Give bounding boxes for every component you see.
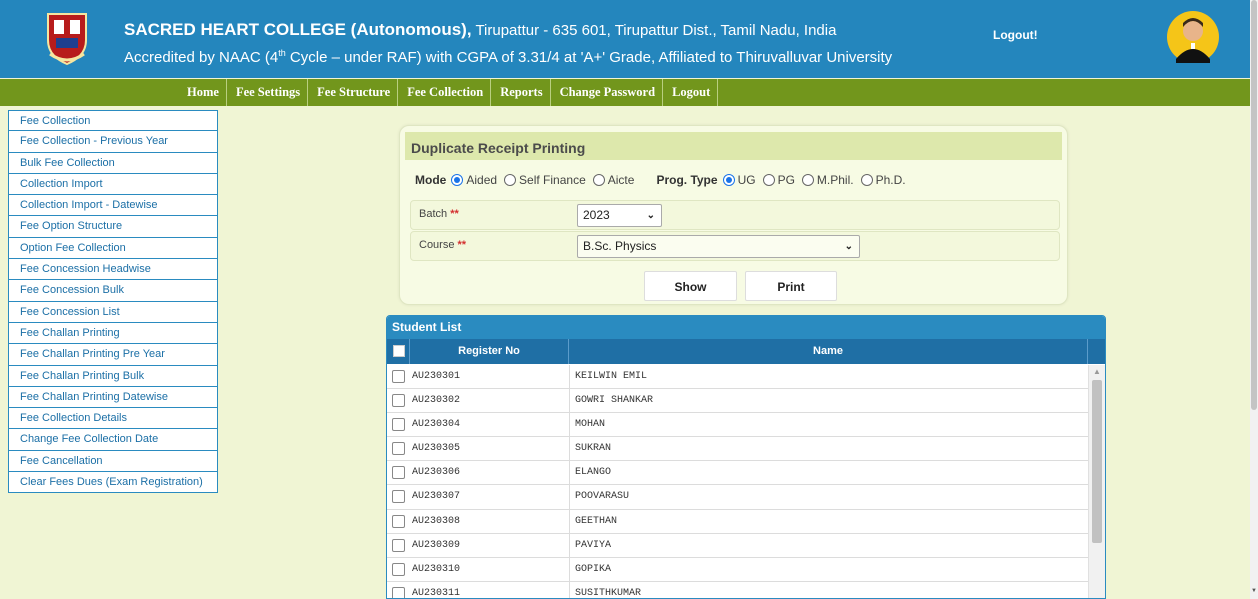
batch-select[interactable]: 2023 ⌄: [577, 204, 662, 227]
nav-reports[interactable]: Reports: [490, 79, 549, 106]
row-checkbox[interactable]: [392, 538, 405, 552]
mode-label: Mode: [415, 173, 447, 187]
radio-empty-icon: [592, 174, 605, 186]
header-logout-link[interactable]: Logout!: [993, 28, 1038, 42]
sidebar-item-fee-option-structure[interactable]: Fee Option Structure: [8, 216, 218, 238]
radio-selected-icon: [451, 174, 464, 186]
sidebar-menu: Fee Collection Fee Collection - Previous…: [8, 110, 218, 494]
page-scrollbar[interactable]: ▼: [1250, 0, 1258, 599]
table-row: AU230307 POOVARASU: [387, 485, 1088, 510]
sidebar-item-clear-fees-dues[interactable]: Clear Fees Dues (Exam Registration): [8, 472, 218, 494]
nav-fee-structure[interactable]: Fee Structure: [307, 79, 397, 106]
sidebar-item-fee-concession-headwise[interactable]: Fee Concession Headwise: [8, 259, 218, 281]
row-checkbox[interactable]: [392, 514, 405, 528]
duplicate-receipt-panel: Duplicate Receipt Printing Mode Aided Se…: [399, 125, 1068, 305]
row-checkbox[interactable]: [392, 562, 405, 576]
sidebar-item-change-fee-collection-date[interactable]: Change Fee Collection Date: [8, 429, 218, 451]
sidebar-item-fee-concession-bulk[interactable]: Fee Concession Bulk: [8, 280, 218, 302]
scroll-up-arrow-icon[interactable]: ▲: [1093, 367, 1101, 376]
mode-radio-self-finance[interactable]: Self Finance: [504, 173, 586, 187]
sidebar-item-fee-concession-list[interactable]: Fee Concession List: [8, 301, 218, 323]
page-scrollbar-thumb[interactable]: [1251, 0, 1257, 410]
table-row: AU230302 GOWRI SHANKAR: [387, 389, 1088, 414]
college-crest-logo: [47, 13, 87, 66]
batch-row: Batch ** 2023 ⌄: [410, 200, 1060, 230]
nav-logout[interactable]: Logout: [662, 79, 719, 106]
print-button[interactable]: Print: [745, 271, 837, 301]
college-title: SACRED HEART COLLEGE (Autonomous), Tirup…: [124, 20, 837, 39]
table-row: AU230308 GEETHAN: [387, 509, 1088, 534]
radio-empty-icon: [762, 174, 775, 186]
nav-change-password[interactable]: Change Password: [549, 79, 663, 106]
table-row: AU230311 SUSITHKUMAR: [387, 581, 1088, 598]
founder-avatar: [1167, 11, 1219, 63]
student-list-header: Register No Name: [387, 339, 1105, 364]
course-select[interactable]: B.Sc. Physics ⌄: [577, 235, 860, 258]
course-label: Course **: [419, 239, 467, 251]
student-rows: AU230301 KEILWIN EMIL AU230302 GOWRI SHANK…: [387, 365, 1088, 598]
radio-empty-icon: [801, 174, 814, 186]
table-row: AU230304 MOHAN: [387, 413, 1088, 438]
radio-empty-icon: [860, 174, 873, 186]
row-checkbox[interactable]: [392, 466, 405, 480]
nav-fee-settings[interactable]: Fee Settings: [225, 79, 307, 106]
mode-radio-aided[interactable]: Aided: [451, 173, 497, 187]
row-checkbox[interactable]: [392, 586, 405, 598]
table-row: AU230310 GOPIKA: [387, 557, 1088, 582]
batch-label: Batch **: [419, 208, 459, 220]
panel-title: Duplicate Receipt Printing: [405, 132, 1062, 160]
table-row: AU230305 SUKRAN: [387, 437, 1088, 462]
column-register-no: Register No: [410, 339, 569, 364]
header: SACRED HEART COLLEGE (Autonomous), Tirup…: [0, 0, 1250, 78]
nav-fee-collection[interactable]: Fee Collection: [397, 79, 490, 106]
mode-row: Mode Aided Self Finance Aicte Prog. Type…: [415, 173, 913, 187]
row-checkbox[interactable]: [392, 370, 405, 383]
row-checkbox[interactable]: [392, 394, 405, 408]
row-checkbox[interactable]: [392, 418, 405, 432]
sidebar-item-fee-challan-printing[interactable]: Fee Challan Printing: [8, 322, 218, 345]
sidebar-item-collection-import[interactable]: Collection Import: [8, 173, 218, 196]
radio-empty-icon: [504, 174, 517, 186]
sidebar-item-fee-cancellation[interactable]: Fee Cancellation: [8, 450, 218, 473]
list-scrollbar-thumb[interactable]: [1092, 380, 1102, 543]
nav-home[interactable]: Home: [178, 79, 226, 106]
sidebar-item-fee-challan-printing-bulk[interactable]: Fee Challan Printing Bulk: [8, 365, 218, 387]
chevron-down-icon: ⌄: [844, 241, 853, 252]
student-list-title: Student List: [387, 316, 1105, 339]
chevron-down-icon: ⌄: [646, 210, 655, 221]
student-list: Student List Register No Name AU230301 KE…: [386, 315, 1106, 599]
sidebar-item-fee-collection-previous-year[interactable]: Fee Collection - Previous Year: [8, 131, 218, 153]
radio-selected-icon: [722, 174, 735, 186]
show-button[interactable]: Show: [644, 271, 737, 301]
prog-radio-mphil[interactable]: M.Phil.: [801, 173, 854, 187]
sidebar-item-collection-import-datewise[interactable]: Collection Import - Datewise: [8, 195, 218, 217]
sidebar-item-fee-challan-printing-pre-year[interactable]: Fee Challan Printing Pre Year: [8, 344, 218, 366]
sidebar-item-fee-challan-printing-datewise[interactable]: Fee Challan Printing Datewise: [8, 386, 218, 409]
sidebar-item-option-fee-collection[interactable]: Option Fee Collection: [8, 237, 218, 260]
column-name: Name: [569, 339, 1088, 364]
accreditation-text: Accredited by NAAC (4th Cycle – under RA…: [124, 48, 893, 66]
table-row: AU230306 ELANGO: [387, 461, 1088, 486]
scroll-down-arrow-icon[interactable]: ▼: [1251, 588, 1257, 594]
prog-type-label: Prog. Type: [656, 173, 718, 187]
main-navbar: Home Fee Settings Fee Structure Fee Coll…: [0, 79, 1250, 106]
sidebar-item-bulk-fee-collection[interactable]: Bulk Fee Collection: [8, 152, 218, 174]
table-row: AU230301 KEILWIN EMIL: [387, 365, 1088, 390]
prog-radio-phd[interactable]: Ph.D.: [860, 173, 906, 187]
prog-radio-ug[interactable]: UG: [722, 173, 756, 187]
row-checkbox[interactable]: [392, 442, 405, 456]
mode-radio-aicte[interactable]: Aicte: [592, 173, 634, 187]
list-scrollbar[interactable]: ▲: [1088, 365, 1105, 598]
prog-radio-pg[interactable]: PG: [762, 173, 795, 187]
table-row: AU230309 PAVIYA: [387, 533, 1088, 558]
sidebar-item-fee-collection-details[interactable]: Fee Collection Details: [8, 408, 218, 430]
sidebar-item-fee-collection[interactable]: Fee Collection: [8, 110, 218, 132]
row-checkbox[interactable]: [392, 490, 405, 504]
select-all-checkbox[interactable]: [387, 339, 410, 364]
course-row: Course ** B.Sc. Physics ⌄: [410, 231, 1060, 261]
